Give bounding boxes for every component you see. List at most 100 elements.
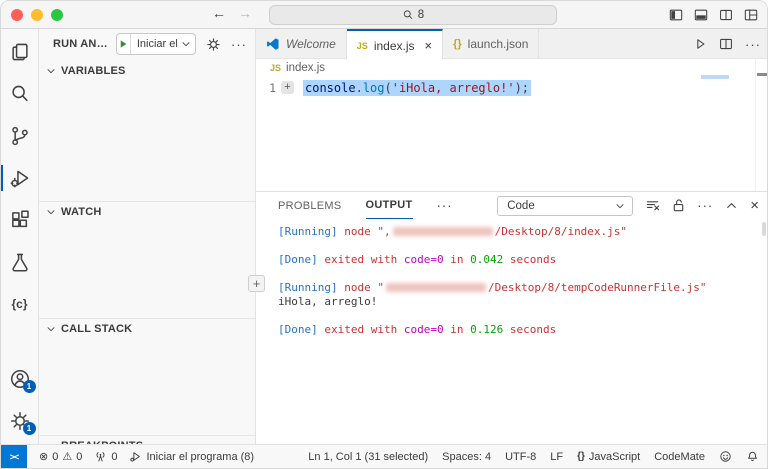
close-window-button[interactable] bbox=[11, 9, 23, 21]
language-status[interactable]: {} JavaScript bbox=[577, 451, 640, 463]
indentation-status[interactable]: Spaces: 4 bbox=[442, 451, 491, 463]
search-view-icon[interactable] bbox=[1, 79, 39, 109]
settings-badge: 1 bbox=[23, 422, 36, 435]
breadcrumb[interactable]: JS index.js bbox=[256, 59, 768, 77]
output-line: [Running] node ",/Desktop/8/index.js" bbox=[278, 225, 768, 239]
launch-configuration-control[interactable]: Iniciar el pro bbox=[116, 33, 196, 55]
output-line: [Done] exited with code=0 in 0.042 secon… bbox=[278, 253, 768, 267]
debug-play-icon bbox=[129, 450, 142, 463]
tab-output[interactable]: OUTPUT bbox=[366, 192, 413, 219]
toggle-panel-icon[interactable] bbox=[693, 8, 709, 22]
sidebar-title: RUN AN… bbox=[53, 38, 108, 50]
cursor-position-status[interactable]: Ln 1, Col 1 (31 selected) bbox=[308, 451, 428, 463]
sidebar-more-actions[interactable]: ··· bbox=[231, 37, 247, 52]
close-tab-icon[interactable]: × bbox=[425, 38, 433, 53]
search-value: 8 bbox=[418, 9, 424, 21]
watch-section-header[interactable]: WATCH bbox=[39, 201, 255, 221]
panel-more-actions[interactable]: ··· bbox=[697, 198, 713, 213]
run-and-debug-icon[interactable] bbox=[1, 163, 39, 193]
run-file-icon[interactable] bbox=[693, 37, 707, 51]
feedback-smiley-icon[interactable] bbox=[719, 450, 732, 463]
configure-gear-icon[interactable] bbox=[206, 37, 221, 52]
debug-status[interactable]: Iniciar el programa (8) bbox=[129, 450, 254, 463]
back-arrow-icon[interactable]: ← bbox=[209, 5, 229, 21]
output-token: 0.126 bbox=[470, 323, 503, 336]
tab-problems[interactable]: PROBLEMS bbox=[278, 192, 342, 219]
ports-status[interactable]: 0 bbox=[94, 450, 117, 463]
testing-icon[interactable] bbox=[1, 247, 39, 277]
output-line bbox=[278, 239, 768, 253]
bottom-panel: PROBLEMS OUTPUT ··· Code ··· × [Running]… bbox=[256, 191, 768, 446]
variables-section-header[interactable]: VARIABLES bbox=[39, 61, 255, 81]
panel-scrollbar[interactable] bbox=[762, 222, 766, 236]
clear-output-icon[interactable] bbox=[645, 198, 660, 213]
output-channel-value: Code bbox=[507, 200, 535, 212]
output-token: in bbox=[444, 253, 471, 266]
run-debug-sidebar: RUN AN… Iniciar el pro ··· VARIABLES WAT… bbox=[39, 29, 256, 446]
accounts-badge: 1 bbox=[23, 380, 36, 393]
extensions-icon[interactable] bbox=[1, 205, 39, 235]
output-line bbox=[278, 267, 768, 281]
settings-gear-icon[interactable]: 1 bbox=[1, 406, 39, 436]
chevron-down-icon[interactable] bbox=[180, 38, 195, 50]
activity-bar: {c} 1 1 bbox=[1, 29, 39, 446]
output-token: in bbox=[444, 323, 471, 336]
split-editor-icon[interactable] bbox=[719, 37, 733, 51]
output-token: exited with bbox=[324, 253, 403, 266]
output-token: [Done] bbox=[278, 323, 324, 336]
sash-add-button[interactable]: + bbox=[248, 275, 265, 292]
call-stack-section-header[interactable]: CALL STACK bbox=[39, 318, 255, 338]
overview-ruler-mark bbox=[757, 73, 767, 76]
remote-indicator[interactable]: >< bbox=[1, 445, 27, 469]
output-token: 0.042 bbox=[470, 253, 503, 266]
tab-welcome[interactable]: Welcome bbox=[256, 29, 347, 59]
problems-status[interactable]: ⊗ 0 ⚠ 0 bbox=[39, 450, 82, 463]
minimap-border bbox=[755, 59, 756, 191]
panel-more-tabs[interactable]: ··· bbox=[437, 198, 453, 213]
output-line: [Done] exited with code=0 in 0.126 secon… bbox=[278, 323, 768, 337]
encoding-status[interactable]: UTF-8 bbox=[505, 451, 536, 463]
output-channel-select[interactable]: Code bbox=[497, 196, 633, 216]
sidebar-header: RUN AN… Iniciar el pro ··· bbox=[39, 29, 255, 59]
start-debug-button[interactable] bbox=[117, 34, 131, 54]
customize-layout-icon[interactable] bbox=[743, 8, 759, 22]
tab-index-js[interactable]: JS index.js × bbox=[347, 29, 443, 60]
code-editor[interactable]: 1 + console.log('iHola, arreglo!'); bbox=[256, 77, 768, 191]
output-token: code=0 bbox=[404, 253, 444, 266]
editor-more-actions[interactable]: ··· bbox=[745, 37, 761, 52]
zoom-window-button[interactable] bbox=[51, 9, 63, 21]
chevron-down-icon bbox=[45, 323, 57, 335]
toggle-primary-sidebar-icon[interactable] bbox=[668, 8, 684, 22]
output-token: iHola, arreglo! bbox=[278, 295, 377, 308]
titlebar: ← → 8 bbox=[1, 1, 768, 29]
editor-group: Welcome JS index.js × {} launch.json ···… bbox=[256, 29, 768, 191]
c-extension-icon[interactable]: {c} bbox=[1, 289, 39, 319]
code-line-1: 1 + console.log('iHola, arreglo!'); bbox=[256, 79, 768, 96]
chevron-down-icon bbox=[45, 65, 57, 77]
close-panel-icon[interactable]: × bbox=[750, 198, 759, 213]
extension-status[interactable]: CodeMate bbox=[654, 451, 705, 463]
command-center-search[interactable]: 8 bbox=[269, 5, 557, 25]
maximize-panel-icon[interactable] bbox=[724, 198, 739, 213]
explorer-icon[interactable] bbox=[1, 37, 39, 67]
unlock-icon[interactable] bbox=[671, 198, 686, 213]
chevron-down-icon bbox=[614, 200, 626, 212]
source-control-icon[interactable] bbox=[1, 121, 39, 151]
eol-status[interactable]: LF bbox=[550, 451, 563, 463]
forward-arrow-icon[interactable]: → bbox=[235, 5, 255, 21]
split-editor-icon[interactable] bbox=[718, 8, 734, 22]
notifications-bell-icon[interactable] bbox=[746, 450, 759, 463]
status-bar: >< ⊗ 0 ⚠ 0 0 Iniciar el programa (8) Ln … bbox=[1, 444, 768, 468]
breadcrumb-file: index.js bbox=[286, 62, 325, 74]
minimize-window-button[interactable] bbox=[31, 9, 43, 21]
javascript-file-icon: JS bbox=[357, 41, 368, 51]
inline-add-button[interactable]: + bbox=[281, 81, 294, 94]
accounts-icon[interactable]: 1 bbox=[1, 364, 39, 394]
redacted-path bbox=[393, 227, 493, 236]
chevron-down-icon bbox=[45, 206, 57, 218]
output-token: node ", bbox=[344, 225, 390, 238]
output-token: [Running] bbox=[278, 225, 344, 238]
json-file-icon: {} bbox=[453, 38, 462, 50]
tab-launch-json[interactable]: {} launch.json bbox=[443, 29, 539, 59]
error-icon: ⊗ bbox=[39, 450, 48, 463]
